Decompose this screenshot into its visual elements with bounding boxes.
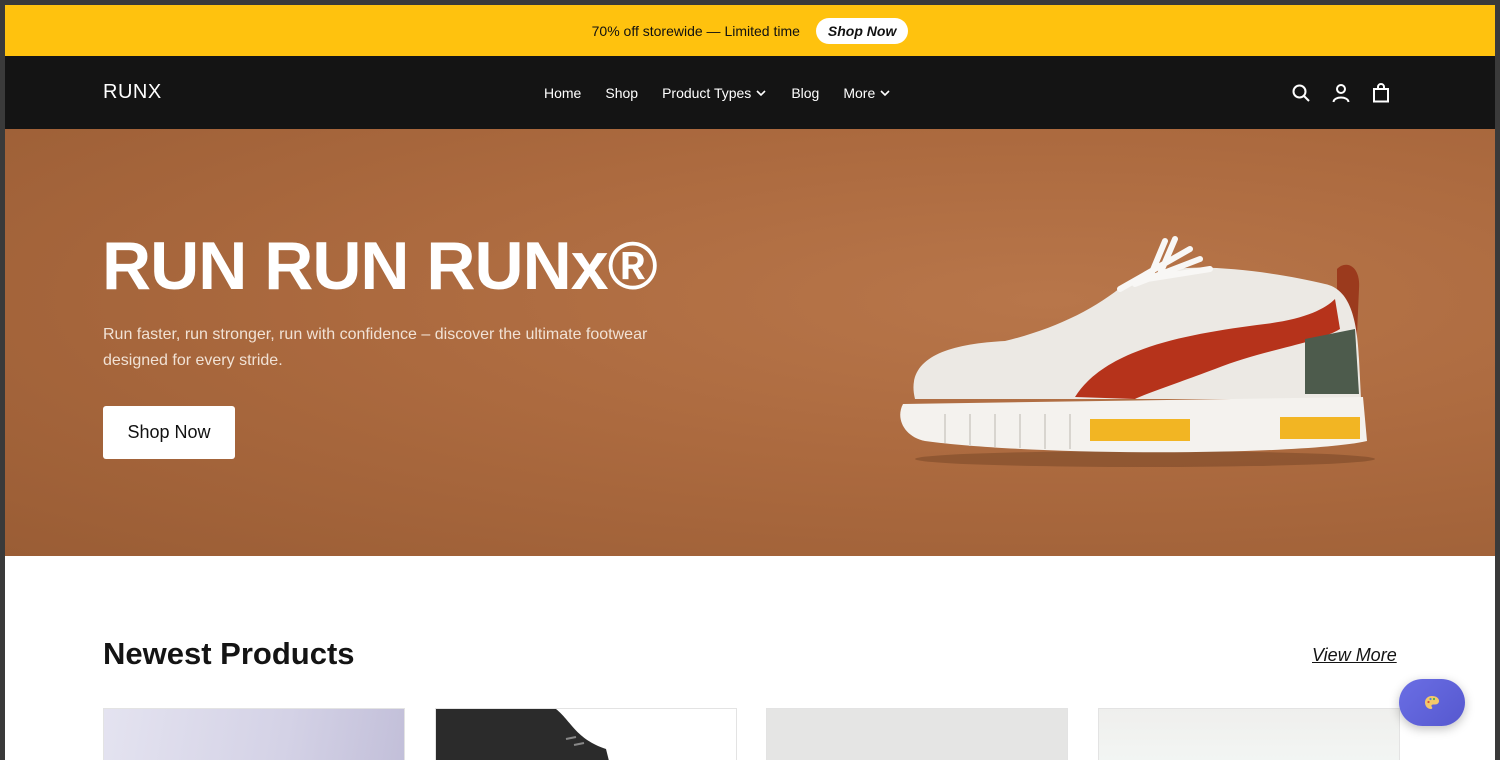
- nav-item-label: Blog: [791, 84, 820, 101]
- main-nav: Home Shop Product Types Blog More: [544, 85, 891, 101]
- product-card[interactable]: [103, 708, 405, 760]
- newest-products-section: Newest Products View More: [5, 556, 1495, 760]
- chevron-down-icon: [756, 89, 766, 96]
- nav-item-label: More: [843, 84, 876, 101]
- product-card[interactable]: [1098, 708, 1400, 760]
- nav-item-more[interactable]: More: [843, 85, 891, 101]
- nav-item-blog[interactable]: Blog: [791, 85, 819, 101]
- sneaker-image: [900, 236, 1375, 467]
- account-icon[interactable]: [1331, 83, 1351, 103]
- site-header: RUNX Home Shop Product Types Blog More: [5, 56, 1495, 129]
- chevron-down-icon: [880, 89, 890, 96]
- section-title: Newest Products: [103, 636, 355, 671]
- site-logo[interactable]: RUNX: [103, 81, 162, 104]
- nav-item-shop[interactable]: Shop: [605, 85, 638, 101]
- search-icon[interactable]: [1291, 83, 1311, 103]
- hero-subtitle: Run faster, run stronger, run with confi…: [103, 326, 648, 369]
- theme-customizer-button[interactable]: [1399, 679, 1465, 726]
- hero-banner: RUN RUN RUNx® Run faster, run stronger, …: [5, 129, 1495, 556]
- announcement-bar: 70% off storewide — Limited time Shop No…: [5, 5, 1495, 56]
- nav-item-label: Home: [544, 84, 582, 101]
- nav-item-product-types[interactable]: Product Types: [662, 85, 767, 101]
- product-card[interactable]: [766, 708, 1068, 760]
- nav-item-label: Shop: [605, 84, 639, 101]
- cart-icon[interactable]: [1371, 82, 1391, 103]
- header-actions: [1291, 82, 1391, 103]
- nav-item-label: Product Types: [662, 84, 752, 101]
- product-card[interactable]: [435, 708, 737, 760]
- hero-title: RUN RUN RUNx®: [102, 228, 658, 304]
- hero-shop-now-button[interactable]: Shop Now: [103, 406, 235, 459]
- view-more-link[interactable]: View More: [1312, 645, 1397, 666]
- product-image: [436, 709, 609, 760]
- nav-item-home[interactable]: Home: [544, 85, 581, 101]
- browser-viewport: 70% off storewide — Limited time Shop No…: [5, 5, 1495, 760]
- announcement-shop-now-button[interactable]: Shop Now: [815, 17, 909, 44]
- announcement-text: 70% off storewide — Limited time: [591, 22, 800, 39]
- palette-icon: [1425, 695, 1439, 709]
